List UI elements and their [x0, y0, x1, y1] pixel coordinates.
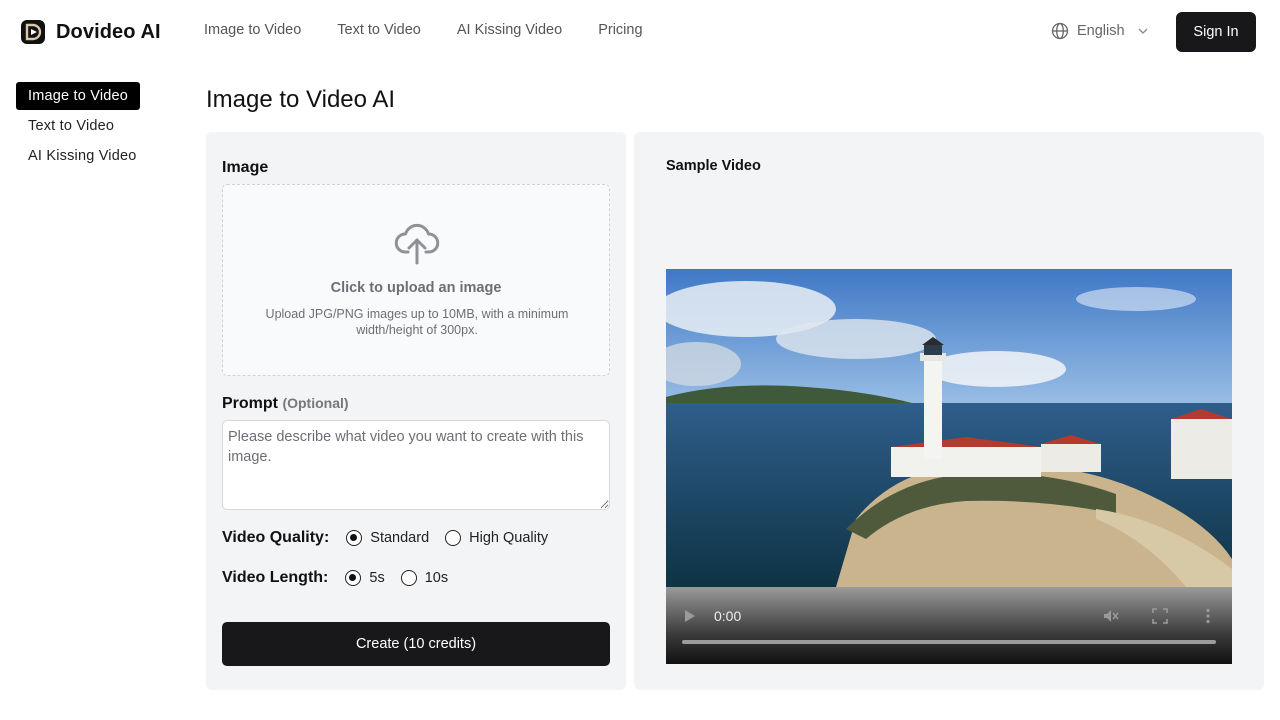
- language-selector[interactable]: English: [1051, 22, 1149, 40]
- chevron-down-icon: [1138, 28, 1148, 34]
- dovideo-logo-icon: [21, 20, 45, 44]
- nav-image-to-video[interactable]: Image to Video: [204, 22, 301, 38]
- video-quality-row: Video Quality: Standard High Quality: [222, 529, 564, 547]
- quality-high-label: High Quality: [469, 530, 549, 546]
- upload-title: Click to upload an image: [330, 280, 502, 296]
- length-10s-label: 10s: [424, 570, 449, 586]
- prompt-label: Prompt (Optional): [222, 395, 349, 413]
- video-length-row: Video Length: 5s 10s: [222, 569, 464, 587]
- radio-unselected-indicator[interactable]: [445, 530, 462, 546]
- prompt-input[interactable]: [222, 420, 610, 510]
- quality-standard-radio[interactable]: Standard: [346, 530, 429, 546]
- mute-icon[interactable]: [1102, 607, 1120, 625]
- sidebar-item-ai-kissing-video[interactable]: AI Kissing Video: [16, 142, 149, 170]
- nav-pricing[interactable]: Pricing: [598, 22, 642, 38]
- nav-ai-kissing-video[interactable]: AI Kissing Video: [457, 22, 562, 38]
- video-length-label: Video Length:: [222, 569, 329, 586]
- video-thumbnail-lighthouse: [666, 269, 1232, 587]
- sign-in-button[interactable]: Sign In: [1176, 12, 1256, 52]
- quality-standard-label: Standard: [370, 530, 430, 546]
- top-navbar: Dovideo AI Image to Video Text to Video …: [0, 0, 1280, 64]
- video-quality-label: Video Quality:: [222, 529, 330, 546]
- length-10s-radio[interactable]: 10s: [400, 570, 449, 586]
- sample-video-title: Sample Video: [666, 158, 761, 174]
- image-label: Image: [222, 159, 269, 176]
- quality-high-radio[interactable]: High Quality: [445, 530, 548, 546]
- sidebar: Image to Video Text to Video AI Kissing …: [16, 82, 186, 172]
- upload-hint: Upload JPG/PNG images up to 10MB, with a…: [265, 307, 569, 337]
- play-icon[interactable]: [684, 609, 696, 623]
- video-progress-track[interactable]: [682, 640, 1216, 644]
- page-title: Image to Video AI: [206, 86, 396, 113]
- language-label: English: [1077, 23, 1125, 39]
- more-options-icon[interactable]: [1199, 607, 1217, 625]
- video-controls: 0:00: [666, 587, 1232, 664]
- radio-selected-indicator[interactable]: [346, 530, 363, 546]
- length-5s-radio[interactable]: 5s: [345, 570, 385, 586]
- nav-text-to-video[interactable]: Text to Video: [337, 22, 421, 38]
- sidebar-item-image-to-video[interactable]: Image to Video: [16, 82, 141, 110]
- fullscreen-icon[interactable]: [1151, 607, 1169, 625]
- globe-icon: [1051, 22, 1069, 40]
- create-button[interactable]: Create (10 credits): [222, 622, 610, 666]
- radio-selected-indicator[interactable]: [345, 570, 362, 586]
- brand-name: Dovideo AI: [56, 20, 161, 43]
- video-time: 0:00: [714, 608, 742, 624]
- brand-logo[interactable]: Dovideo AI: [20, 19, 161, 45]
- image-upload-dropzone[interactable]: Click to upload an image Upload JPG/PNG …: [222, 184, 610, 376]
- radio-unselected-indicator[interactable]: [400, 570, 417, 586]
- prompt-optional-hint: (Optional): [282, 395, 349, 411]
- sample-video-panel: Sample Video 0:00: [634, 132, 1264, 690]
- sample-video-player[interactable]: 0:00: [666, 269, 1232, 664]
- prompt-label-text: Prompt: [222, 395, 278, 412]
- sidebar-item-text-to-video[interactable]: Text to Video: [16, 112, 126, 140]
- generator-form: Image Click to upload an image Upload JP…: [206, 132, 626, 690]
- main-nav: Image to Video Text to Video AI Kissing …: [204, 22, 679, 38]
- cloud-upload-icon: [394, 224, 440, 265]
- length-5s-label: 5s: [369, 570, 385, 586]
